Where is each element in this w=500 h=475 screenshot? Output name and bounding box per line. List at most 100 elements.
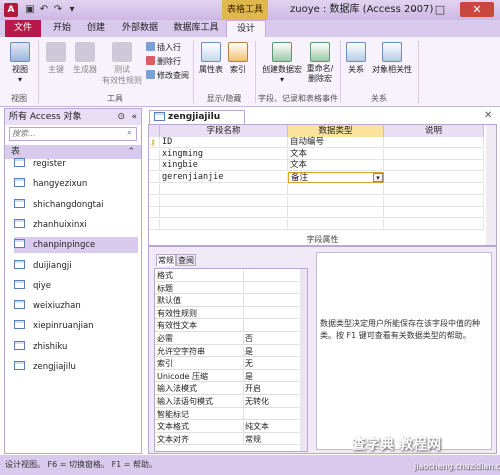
empty-grid-cell[interactable]	[149, 218, 160, 230]
quick-access-dropdown-icon[interactable]: ▾	[66, 4, 78, 16]
modify-lookups-button[interactable]: 修改查阅	[146, 70, 189, 81]
redo-icon[interactable]: ↷	[52, 4, 64, 16]
empty-grid-cell[interactable]	[149, 183, 160, 195]
property-value[interactable]: 否	[245, 333, 253, 345]
description-cell[interactable]	[384, 172, 484, 184]
row-selector[interactable]	[149, 160, 160, 172]
delete-rows-button[interactable]: 删除行	[146, 56, 181, 67]
empty-grid-cell[interactable]	[160, 195, 288, 207]
property-row[interactable]: 输入法模式 开启	[155, 383, 299, 395]
property-sheet-button[interactable]: 属性表	[196, 42, 226, 75]
save-icon[interactable]: ▣	[24, 4, 36, 16]
property-scrollbar[interactable]	[300, 269, 307, 451]
property-row[interactable]: 索引 无	[155, 358, 299, 370]
test-validation-button[interactable]: 测试 有效性规则	[100, 42, 144, 86]
description-cell[interactable]	[384, 160, 484, 172]
field-name-cell[interactable]: gerenjianjie	[160, 172, 288, 184]
row-selector[interactable]	[149, 172, 160, 184]
tab-design[interactable]: 设计	[226, 20, 266, 37]
nav-table-item[interactable]: xiepinruanjian	[14, 318, 138, 334]
empty-grid-cell[interactable]	[384, 207, 484, 219]
property-value[interactable]: 无	[245, 358, 253, 370]
field-name-cell[interactable]: xingbie	[160, 160, 288, 172]
nav-table-item[interactable]: qiye	[14, 278, 138, 294]
relationships-button[interactable]: 关系	[344, 42, 368, 75]
empty-grid-cell[interactable]	[160, 218, 288, 230]
nav-table-item[interactable]: hangyezixun	[14, 176, 138, 192]
nav-table-item[interactable]: shichangdongtai	[14, 197, 138, 213]
tab-lookup[interactable]: 查阅	[176, 254, 196, 266]
property-row[interactable]: 输入法语句模式 无转化	[155, 396, 299, 408]
empty-grid-cell[interactable]	[149, 207, 160, 219]
data-type-cell[interactable]: 文本	[288, 160, 384, 172]
close-window-button[interactable]: ✕	[460, 2, 494, 17]
property-row[interactable]: 格式	[155, 270, 299, 282]
property-value[interactable]: 是	[245, 346, 253, 358]
description-cell[interactable]	[384, 148, 484, 160]
data-type-cell[interactable]: 文本	[288, 148, 384, 160]
property-value[interactable]: 常规	[245, 434, 261, 446]
builder-button[interactable]: 生成器	[70, 42, 100, 75]
empty-grid-cell[interactable]	[160, 183, 288, 195]
property-row[interactable]: 有效性规则	[155, 307, 299, 320]
data-type-dropdown-icon[interactable]: ▾	[373, 173, 383, 183]
tab-file[interactable]: 文件	[5, 20, 41, 37]
description-cell[interactable]	[384, 137, 484, 148]
property-row[interactable]: Unicode 压缩 是	[155, 370, 299, 383]
property-row[interactable]: 允许空字符串 是	[155, 345, 299, 358]
indexes-button[interactable]: 索引	[226, 42, 250, 75]
tab-create[interactable]: 创建	[82, 20, 110, 37]
rename-delete-macro-button[interactable]: 重命名/删除宏	[304, 42, 336, 84]
nav-search-input[interactable]: 搜索...	[9, 127, 137, 141]
property-value[interactable]: 无转化	[245, 396, 269, 408]
property-row[interactable]: 有效性文本	[155, 320, 299, 332]
field-name-cell[interactable]: xingming	[160, 148, 288, 160]
property-row[interactable]: 智能标记	[155, 408, 299, 421]
empty-grid-cell[interactable]	[288, 218, 384, 230]
empty-grid-cell[interactable]	[384, 195, 484, 207]
empty-grid-cell[interactable]	[384, 183, 484, 195]
nav-table-item[interactable]: chanpinpingce	[14, 237, 138, 254]
minimize-button[interactable]: –	[402, 2, 426, 17]
property-value[interactable]: 是	[245, 371, 253, 383]
undo-icon[interactable]: ↶	[38, 4, 50, 16]
property-row[interactable]: 默认值	[155, 295, 299, 307]
access-app-icon[interactable]: A	[4, 3, 18, 17]
empty-grid-cell[interactable]	[288, 195, 384, 207]
empty-grid-cell[interactable]	[160, 207, 288, 219]
empty-grid-cell[interactable]	[288, 183, 384, 195]
nav-dropdown-icon[interactable]: ⊙	[117, 109, 125, 125]
create-data-macros-button[interactable]: 创建数据宏 ▾	[258, 42, 306, 84]
empty-grid-cell[interactable]	[288, 207, 384, 219]
view-button[interactable]: 视图 ▾	[6, 42, 34, 84]
property-row[interactable]: 必需 否	[155, 333, 299, 345]
insert-rows-button[interactable]: 插入行	[146, 42, 181, 53]
nav-table-item[interactable]: zhanhuixinxi	[14, 217, 138, 233]
nav-table-item[interactable]: register	[14, 156, 138, 172]
close-document-icon[interactable]: ✕	[484, 110, 492, 121]
maximize-button[interactable]: □	[428, 2, 452, 17]
data-type-cell[interactable]: 自动编号	[288, 137, 384, 148]
property-value[interactable]: 纯文本	[245, 421, 269, 433]
tab-general[interactable]: 常规	[156, 254, 176, 266]
property-row[interactable]: 文本对齐 常规	[155, 433, 299, 446]
empty-grid-cell[interactable]	[149, 195, 160, 207]
property-row[interactable]: 标题	[155, 282, 299, 295]
object-dependencies-button[interactable]: 对象相关性	[370, 42, 414, 75]
nav-table-item[interactable]: weixiuzhan	[14, 298, 138, 314]
nav-pane-header[interactable]: 所有 Access 对象 ⊙ «	[5, 109, 141, 125]
field-name-cell[interactable]: ID	[160, 137, 288, 148]
nav-table-item[interactable]: zhishiku	[14, 339, 138, 355]
data-type-cell[interactable]: 备注	[288, 172, 384, 184]
primary-key-button[interactable]: 主键	[42, 42, 70, 75]
row-selector[interactable]	[149, 148, 160, 160]
property-value[interactable]: 开启	[245, 383, 261, 395]
tab-home[interactable]: 开始	[48, 20, 76, 37]
grid-scrollbar[interactable]	[486, 125, 496, 245]
property-row[interactable]: 文本格式 纯文本	[155, 421, 299, 433]
nav-table-item[interactable]: duijiangji	[14, 258, 138, 274]
empty-grid-cell[interactable]	[384, 218, 484, 230]
tab-database-tools[interactable]: 数据库工具	[170, 20, 222, 37]
shutter-bar-icon[interactable]: «	[131, 109, 137, 125]
nav-table-item[interactable]: zengjiajilu	[14, 359, 138, 375]
